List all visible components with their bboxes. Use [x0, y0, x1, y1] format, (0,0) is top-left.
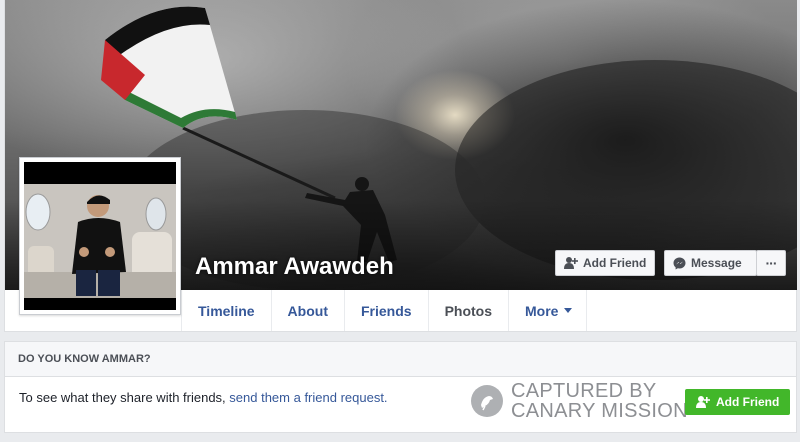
- message-label: Message: [691, 256, 742, 270]
- tab-label: Friends: [360, 302, 412, 319]
- watermark: CAPTURED BY CANARY MISSION: [471, 381, 688, 421]
- add-friend-icon: [564, 257, 578, 269]
- tab-more[interactable]: More: [509, 290, 588, 331]
- profile-picture[interactable]: [19, 157, 181, 315]
- watermark-line1: CAPTURED BY: [511, 380, 657, 402]
- profile-card: Ammar Awawdeh Add Friend Message ··· Tim…: [4, 0, 797, 332]
- card-message: To see what they share with friends,: [19, 390, 230, 405]
- message-button[interactable]: Message: [664, 250, 757, 276]
- do-you-know-card: DO YOU KNOW AMMAR? To see what they shar…: [4, 341, 797, 433]
- watermark-line2: CANARY MISSION: [511, 400, 688, 422]
- chevron-down-icon: [564, 308, 573, 313]
- watermark-text: CAPTURED BY CANARY MISSION: [511, 381, 688, 421]
- card-header: DO YOU KNOW AMMAR?: [5, 342, 796, 377]
- tab-label: Timeline: [198, 302, 255, 319]
- add-friend-cta-label: Add Friend: [716, 395, 780, 409]
- canary-mission-logo: [471, 385, 503, 417]
- tab-label: Photos: [444, 302, 493, 319]
- more-actions-label: ···: [765, 255, 778, 271]
- tab-photos[interactable]: Photos: [429, 290, 510, 331]
- card-body: To see what they share with friends, sen…: [5, 377, 796, 433]
- messenger-icon: [673, 257, 686, 269]
- profile-name[interactable]: Ammar Awawdeh: [195, 253, 394, 281]
- more-actions-button[interactable]: ···: [756, 250, 786, 276]
- add-friend-label: Add Friend: [583, 256, 647, 270]
- avatar-photo: [24, 162, 176, 310]
- flag: [101, 6, 237, 128]
- tab-label: About: [287, 302, 328, 319]
- tab-label: More: [525, 302, 559, 319]
- tab-friends[interactable]: Friends: [345, 290, 429, 331]
- profile-nav: Timeline About Friends Photos More: [181, 290, 588, 331]
- add-friend-cta-button[interactable]: Add Friend: [685, 389, 791, 415]
- add-friend-icon: [696, 396, 710, 408]
- bird-icon: [481, 396, 493, 411]
- friend-request-link[interactable]: send them a friend request.: [229, 390, 387, 405]
- card-text: To see what they share with friends, sen…: [19, 390, 388, 405]
- tab-about[interactable]: About: [272, 290, 345, 331]
- tab-timeline[interactable]: Timeline: [181, 290, 272, 331]
- add-friend-button[interactable]: Add Friend: [555, 250, 656, 276]
- avatar: [24, 162, 176, 310]
